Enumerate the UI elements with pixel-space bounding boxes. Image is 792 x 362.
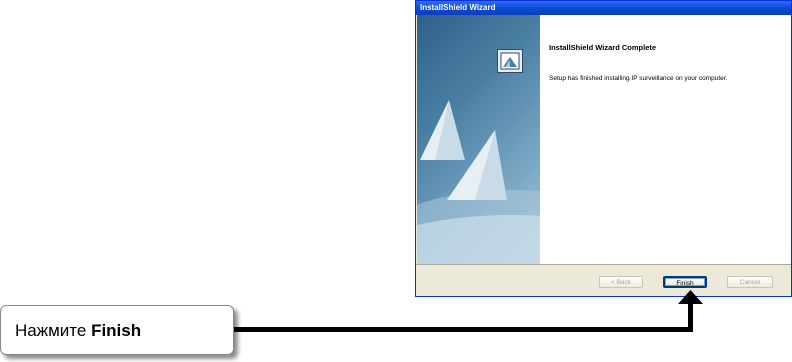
back-button[interactable]: < Back (599, 276, 643, 288)
wizard-complete-heading: InstallShield Wizard Complete (549, 43, 657, 52)
button-bar: < Back Finish Cancel (416, 264, 791, 296)
cancel-button[interactable]: Cancel (727, 276, 773, 288)
connector-vertical (688, 301, 693, 332)
wizard-side-banner (417, 15, 540, 264)
arrow-up-icon (678, 290, 703, 304)
callout-emphasis: Finish (91, 321, 142, 340)
instruction-callout: Нажмите Finish (0, 305, 234, 355)
window-title: InstallShield Wizard (416, 1, 791, 15)
wizard-content-panel: InstallShield Wizard Complete Setup has … (540, 15, 791, 264)
installshield-wizard-window: InstallShield Wizard InstallShield Wizar… (415, 0, 792, 297)
finish-button[interactable]: Finish (663, 276, 707, 288)
connector-horizontal (234, 327, 693, 332)
callout-prefix: Нажмите (15, 321, 92, 340)
installer-box-icon (497, 49, 523, 73)
setup-finished-message: Setup has finished installing IP surveil… (549, 75, 728, 82)
